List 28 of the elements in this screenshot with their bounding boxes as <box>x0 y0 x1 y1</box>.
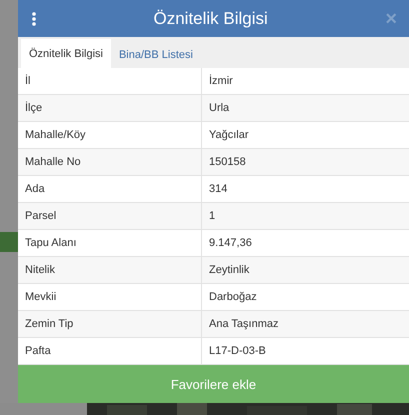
dialog-title: Öznitelik Bilgisi <box>152 8 269 28</box>
table-cell-text: Zeytinlik <box>208 263 250 278</box>
table-cell-text: L17-D-03-B <box>208 344 267 359</box>
table-cell-text: 314 <box>208 182 228 197</box>
table-cell-text: Yağcılar <box>208 128 250 143</box>
menu-icon[interactable] <box>32 12 36 26</box>
tab[interactable]: Bina/BB Listesi <box>110 41 201 68</box>
table-cell-text: İzmir <box>208 74 234 89</box>
table-cell: İl <box>18 68 202 94</box>
table-cell: Zemin Tip <box>18 311 202 337</box>
map-panel-edge <box>0 232 18 252</box>
table-cell: Parsel <box>18 203 202 229</box>
table-cell-text: 1 <box>208 209 216 224</box>
table-cell: Tapu Alanı <box>18 230 202 256</box>
table-cell-text: Urla <box>208 101 230 116</box>
table-cell: Mahalle/Köy <box>18 122 202 148</box>
add-to-favorites-button[interactable]: Favorilere ekle <box>18 365 409 403</box>
table-cell-text: Ana Taşınmaz <box>208 317 280 332</box>
table-cell: Mahalle No <box>18 149 202 175</box>
table-cell-text: 9.147,36 <box>208 236 253 251</box>
table-cell: Mevkii <box>18 284 202 310</box>
table-cell-text: 150158 <box>208 155 247 170</box>
tab[interactable]: Öznitelik Bilgisi <box>21 39 111 68</box>
table-cell-text: Darboğaz <box>208 290 258 305</box>
table-cell: Pafta <box>18 338 202 364</box>
table-cell: İlçe <box>18 95 202 121</box>
table-cell: Nitelik <box>18 257 202 283</box>
table-cell: Ada <box>18 176 202 202</box>
